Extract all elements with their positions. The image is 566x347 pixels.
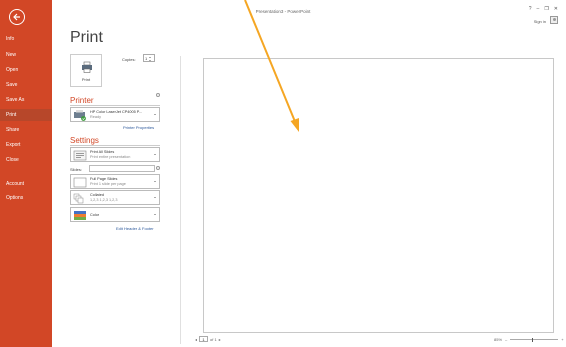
annotation-arrow-icon (244, 0, 299, 132)
